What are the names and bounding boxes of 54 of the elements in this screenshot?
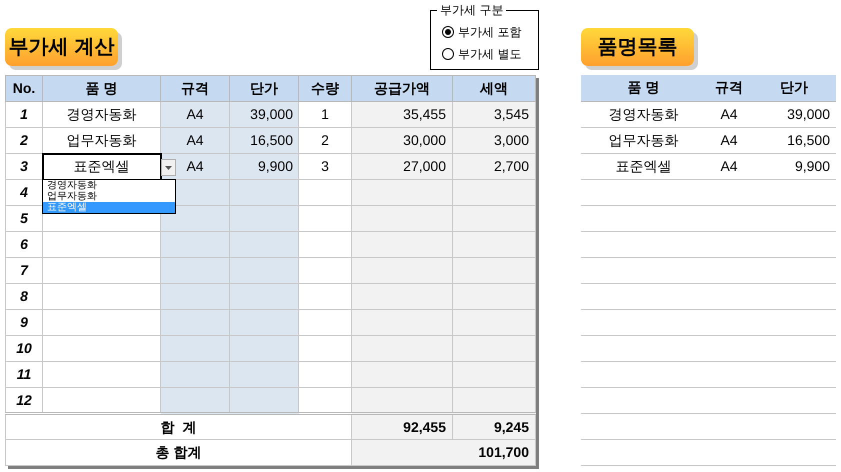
- row-number: 9: [6, 310, 42, 336]
- row-number: 2: [6, 128, 42, 154]
- row-number: 11: [6, 362, 42, 388]
- column-header: 수량: [298, 76, 352, 102]
- table-cell: 39,000: [752, 101, 836, 127]
- total-label: 합 계: [6, 414, 352, 440]
- grand-total-label: 총 합계: [6, 440, 352, 466]
- active-cell[interactable]: 표준엑셀: [42, 154, 160, 180]
- radio-option[interactable]: 부가세 포함: [442, 23, 522, 41]
- row-number: 12: [6, 388, 42, 414]
- table-cell: 39,000: [230, 102, 298, 128]
- table-cell: 35,455: [352, 102, 452, 128]
- column-header: 규격: [706, 75, 752, 101]
- table-cell: A4: [160, 128, 230, 154]
- grand-total-cell: 101,700: [352, 440, 536, 466]
- radio-option[interactable]: 부가세 별도: [442, 45, 522, 63]
- column-header: 품 명: [581, 75, 706, 101]
- table-cell: A4: [706, 153, 752, 179]
- table-cell: A4: [706, 127, 752, 153]
- table-cell: 30,000: [352, 128, 452, 154]
- column-header: 단가: [752, 75, 836, 101]
- section-title: 품명목록: [581, 28, 694, 66]
- row-number: 10: [6, 336, 42, 362]
- section-title: 부가세 계산: [5, 28, 118, 66]
- radio-button[interactable]: [442, 26, 454, 38]
- row-number: 1: [6, 102, 42, 128]
- row-number: 7: [6, 258, 42, 284]
- radio-button[interactable]: [442, 48, 454, 60]
- row-number: 3: [6, 154, 42, 180]
- table-cell: 경영자동화: [581, 101, 706, 127]
- table-cell: 3,000: [452, 128, 536, 154]
- table-cell: 16,500: [752, 127, 836, 153]
- dropdown-option[interactable]: 경영자동화: [43, 180, 175, 191]
- total-cell: 92,455: [352, 414, 452, 440]
- table-cell: A4: [160, 102, 230, 128]
- table-cell: 2,700: [452, 154, 536, 180]
- row-number: 8: [6, 284, 42, 310]
- table-cell: 9,900: [230, 154, 298, 180]
- table-cell: 9,900: [752, 153, 836, 179]
- table-cell: 16,500: [230, 128, 298, 154]
- dropdown-option[interactable]: 업무자동화: [43, 191, 175, 202]
- table-cell: A4: [706, 101, 752, 127]
- column-header: No.: [6, 76, 42, 102]
- group-legend: 부가세 구분: [437, 2, 506, 18]
- total-cell: 9,245: [452, 414, 536, 440]
- caret-icon: [165, 166, 172, 170]
- dropdown-button[interactable]: [161, 159, 176, 176]
- table-cell: 27,000: [352, 154, 452, 180]
- column-header: 품 명: [42, 76, 160, 102]
- row-number: 6: [6, 232, 42, 258]
- table-cell: 표준엑셀: [581, 153, 706, 179]
- table-cell: 업무자동화: [581, 127, 706, 153]
- table-cell: 경영자동화: [42, 102, 160, 128]
- table-cell: 3,545: [452, 102, 536, 128]
